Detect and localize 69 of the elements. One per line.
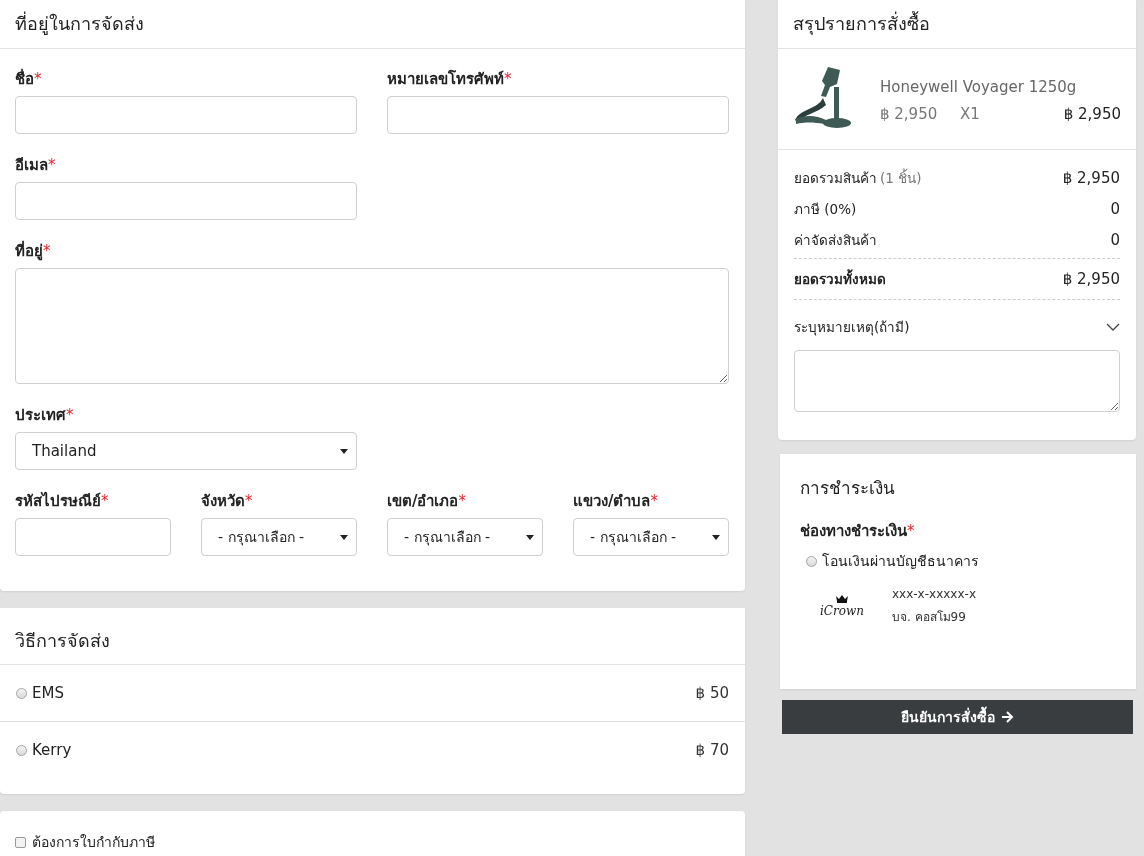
card-title: การชำระเงิน xyxy=(800,477,896,500)
field-label: ประเทศ xyxy=(15,406,66,424)
shipping-option[interactable]: Kerry xyxy=(32,741,72,759)
input-field[interactable] xyxy=(15,96,357,134)
dropdown[interactable]: - กรุณาเลือก - xyxy=(387,518,543,556)
required-mark: * xyxy=(650,492,658,510)
total-value: ฿ 2,950 xyxy=(1062,270,1120,288)
product-name: Honeywell Voyager 1250g xyxy=(880,77,1078,96)
card-title: วิธีการจัดส่ง xyxy=(0,608,745,665)
input-field[interactable] xyxy=(387,96,729,134)
field-label: ชื่อ xyxy=(15,70,34,88)
remark-label: ระบุหมายเหตุ(ถ้ามี) xyxy=(794,318,910,338)
required-mark: * xyxy=(66,406,74,424)
total-value: 0 xyxy=(1110,230,1120,249)
input-field[interactable] xyxy=(15,182,357,220)
field-label: เขต/อำเภอ xyxy=(387,492,459,510)
total-label: ยอดรวมทั้งหมด xyxy=(794,271,886,287)
confirm-button[interactable]: ยืนยันการสั่งซื้อ xyxy=(782,700,1133,734)
required-mark: * xyxy=(504,70,512,88)
arrow-right-icon xyxy=(1001,711,1014,723)
field-label: ที่อยู่ xyxy=(15,242,43,260)
shipping-price: ฿ 50 xyxy=(695,684,729,702)
caret-icon xyxy=(526,534,534,540)
caret-icon xyxy=(340,448,348,454)
chevron-down-icon xyxy=(1106,323,1120,331)
dropdown[interactable]: Thailand xyxy=(15,432,357,470)
item-count: (1 ชิ้น) xyxy=(880,169,922,186)
total-value: 0 xyxy=(1110,199,1120,218)
caret-icon xyxy=(712,534,720,540)
card-title: ที่อยู่ในการจัดส่ง xyxy=(0,0,745,49)
item-total: ฿ 2,950 xyxy=(1063,104,1121,123)
required-mark: * xyxy=(458,492,466,510)
remark-field[interactable] xyxy=(794,350,1120,412)
checkbox[interactable] xyxy=(15,836,26,848)
required-mark: * xyxy=(907,522,915,540)
field-label: แขวง/ตำบล xyxy=(573,492,651,510)
text-area[interactable] xyxy=(15,268,729,384)
field-label: รหัสไปรษณีย์ xyxy=(15,492,101,510)
required-mark: * xyxy=(43,242,51,260)
card-title: สรุปรายการสั่งซื้อ xyxy=(778,0,1136,49)
total-label: ภาษี (0%) xyxy=(794,200,857,217)
checkbox-label[interactable]: ต้องการใบกำกับภาษี xyxy=(32,831,155,853)
account-name: บจ. คอสโม99 xyxy=(892,609,967,626)
field-label: ช่องทางชำระเงิน xyxy=(800,522,907,540)
required-mark: * xyxy=(245,492,253,510)
account-number: xxx-x-xxxxx-x xyxy=(892,586,976,603)
field-label: อีเมล xyxy=(15,156,48,174)
radio-button[interactable] xyxy=(806,555,817,567)
crown-icon xyxy=(836,594,848,604)
total-value: ฿ 2,950 xyxy=(1062,168,1120,187)
total-label: ยอดรวมสินค้า xyxy=(794,169,877,186)
field-label: หมายเลขโทรศัพท์ xyxy=(387,70,504,88)
total-label: ค่าจัดส่งสินค้า xyxy=(794,231,877,248)
required-mark: * xyxy=(34,70,42,88)
required-mark: * xyxy=(101,492,109,510)
shipping-option[interactable]: EMS xyxy=(32,684,64,702)
shipping-price: ฿ 70 xyxy=(695,741,729,759)
caret-icon xyxy=(340,534,348,540)
input-field[interactable] xyxy=(15,518,171,556)
required-mark: * xyxy=(48,156,56,174)
radio-button[interactable] xyxy=(16,744,27,756)
unit-price: ฿ 2,950 xyxy=(880,104,939,123)
radio-button[interactable] xyxy=(16,687,27,699)
dropdown[interactable]: - กรุณาเลือก - xyxy=(201,518,357,556)
field-label: จังหวัด xyxy=(201,492,245,510)
payment-option[interactable]: โอนเงินผ่านบัญชีธนาคาร xyxy=(822,550,979,572)
dropdown[interactable]: - กรุณาเลือก - xyxy=(573,518,729,556)
logo-text: iCrown xyxy=(820,604,864,618)
quantity: X1 xyxy=(960,104,981,123)
